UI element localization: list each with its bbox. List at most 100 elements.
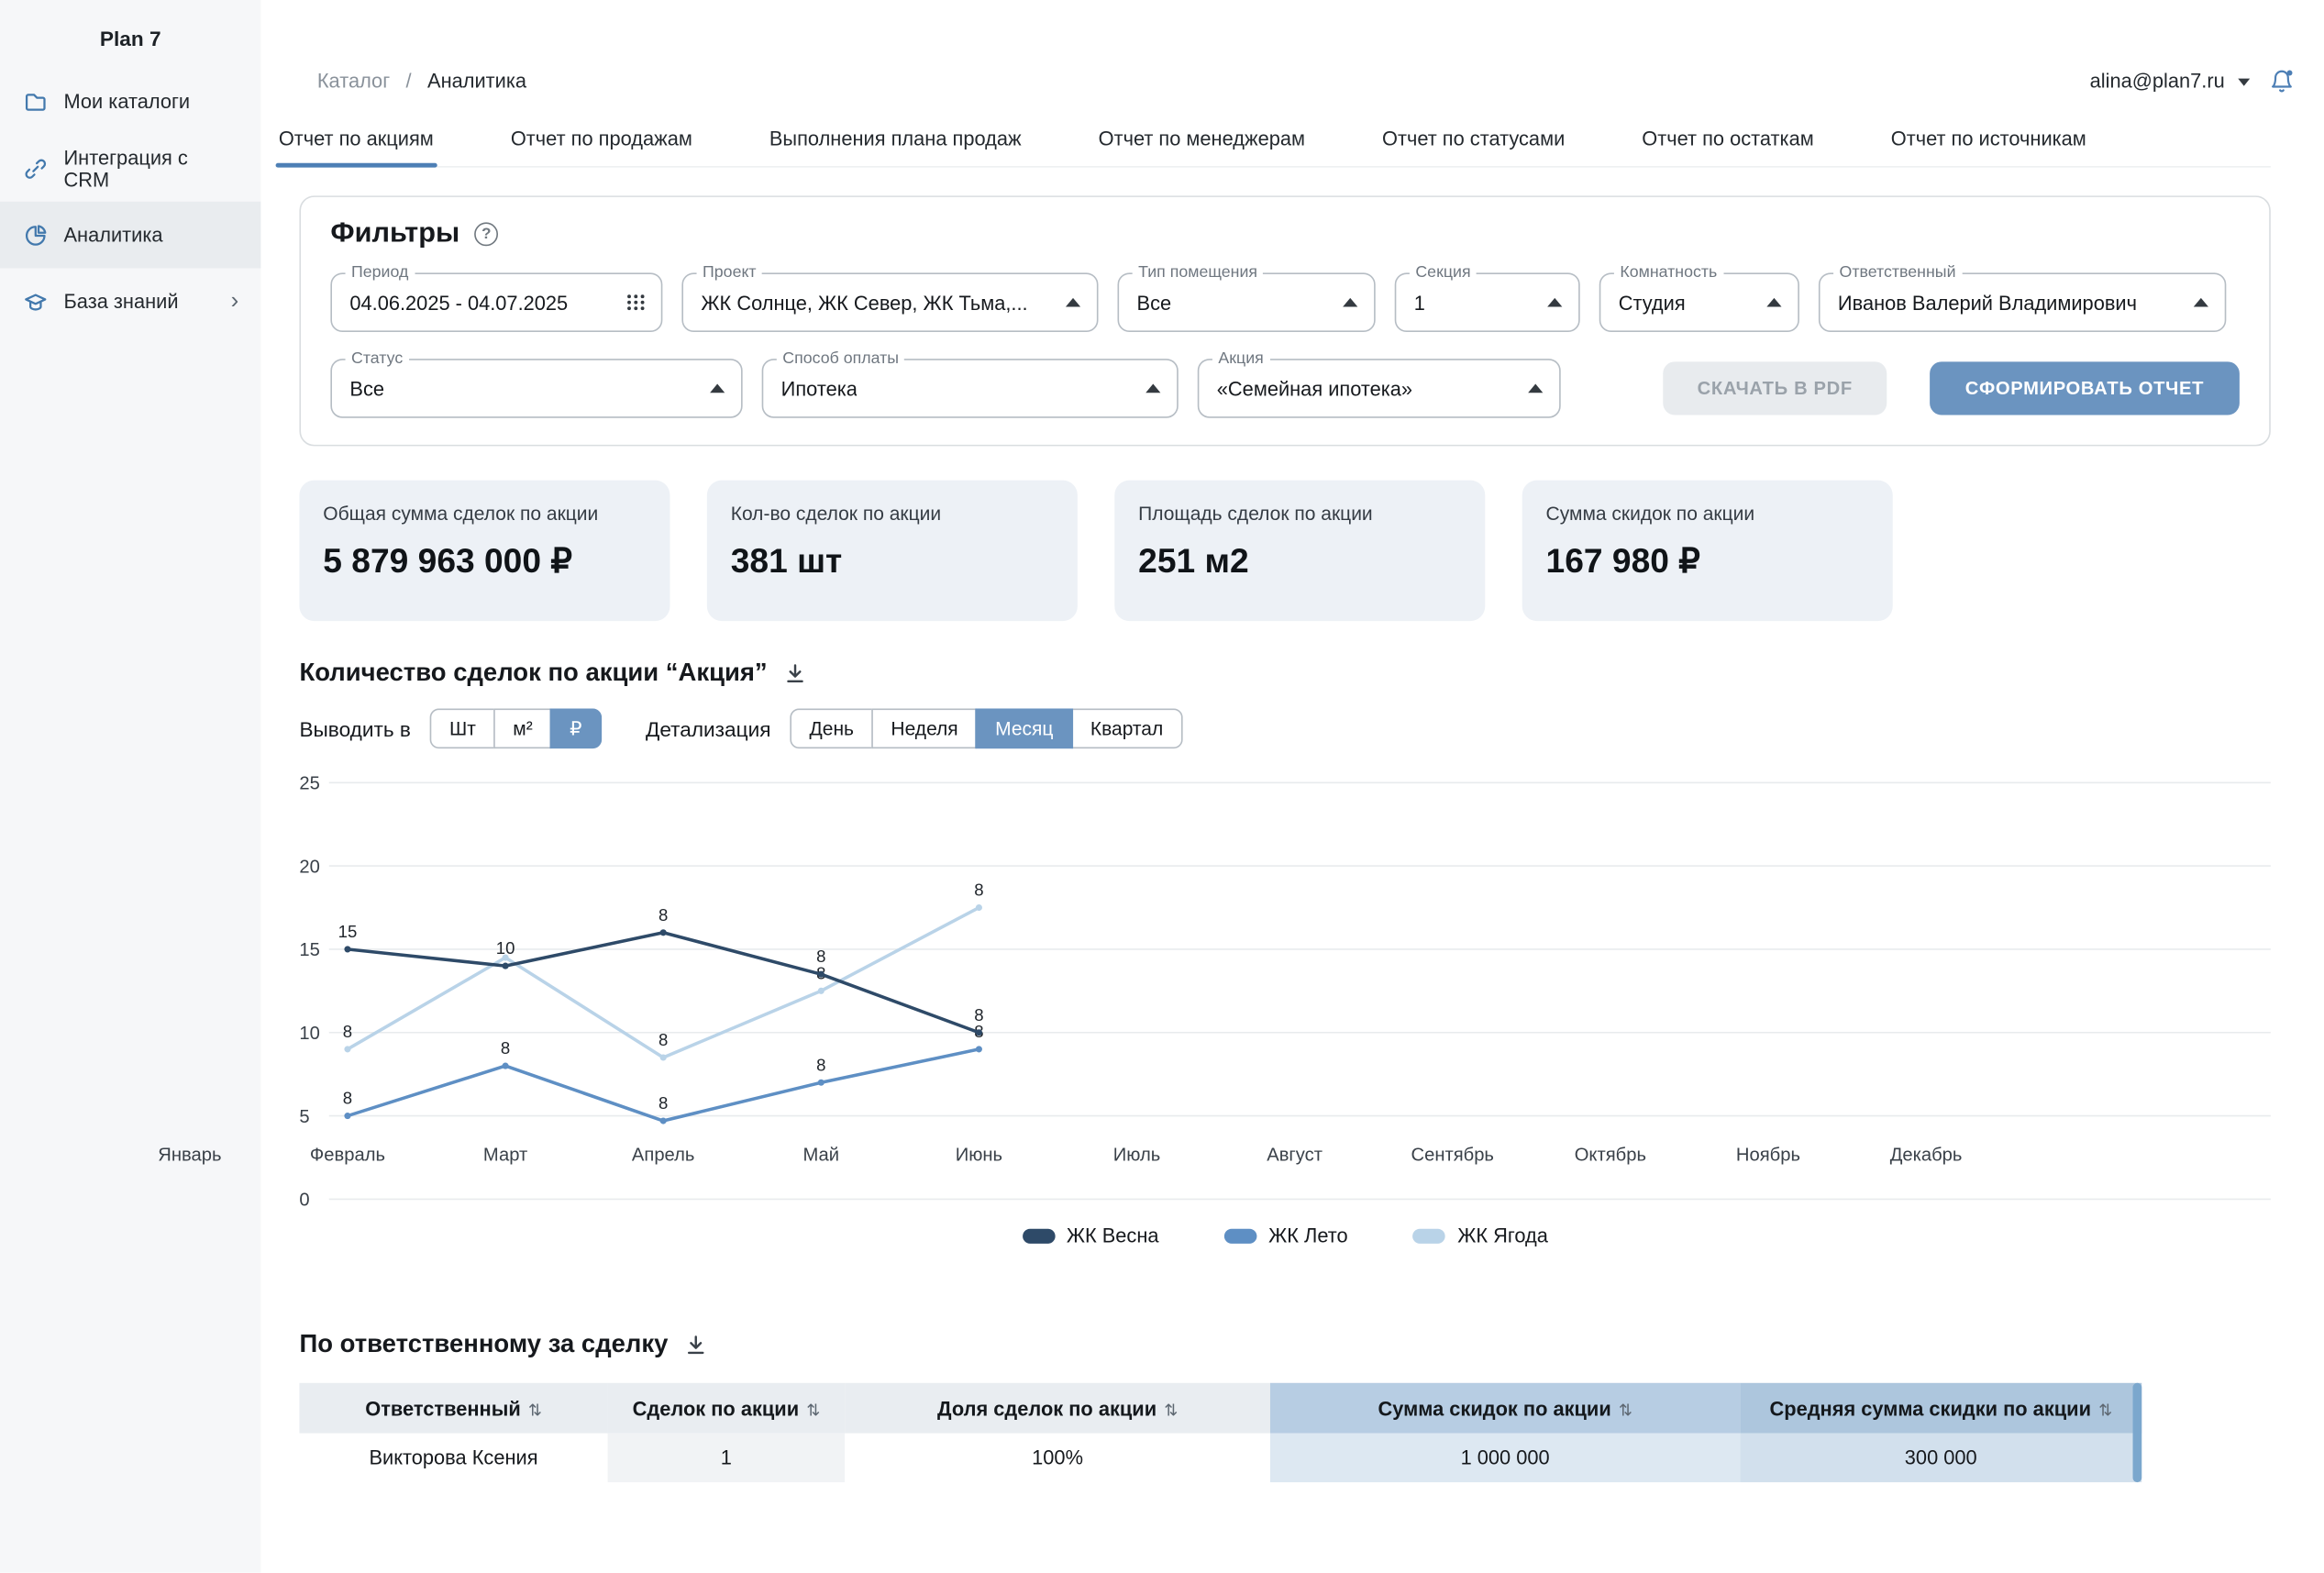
legend-label: ЖК Ягода xyxy=(1457,1224,1548,1246)
caret-up-icon xyxy=(1766,298,1781,307)
download-chart-icon[interactable] xyxy=(783,662,805,684)
responsible-select[interactable]: Ответственный Иванов Валерий Владимирови… xyxy=(1819,272,2226,332)
tab-managers-report[interactable]: Отчет по менеджерам xyxy=(1095,116,1308,166)
payment-method-select[interactable]: Способ оплаты Ипотека xyxy=(762,359,1179,418)
section-select[interactable]: Секция 1 xyxy=(1395,272,1580,332)
col-header-label: Средняя сумма скидки по акции xyxy=(1769,1397,2091,1419)
svg-text:Август: Август xyxy=(1267,1145,1322,1165)
unit-option-m2[interactable]: м² xyxy=(493,708,551,748)
line-chart: 0510152025ЯнварьФевральМартАпрельМайИюнь… xyxy=(190,768,2271,1217)
chart-controls: Выводить в Шт м² ₽ Детализация День Неде… xyxy=(299,708,2270,748)
sidebar-item-label: Интеграция с CRM xyxy=(63,146,238,190)
sidebar-item-crm-integration[interactable]: Интеграция с CRM xyxy=(0,135,260,202)
svg-text:Июнь: Июнь xyxy=(956,1145,1002,1165)
sort-icon[interactable]: ⇅ xyxy=(1619,1401,1632,1419)
download-table-icon[interactable] xyxy=(684,1334,706,1356)
svg-text:20: 20 xyxy=(299,857,319,877)
breadcrumb: Каталог / Аналитика xyxy=(317,69,526,91)
download-pdf-button[interactable]: СКАЧАТЬ В PDF xyxy=(1664,361,1887,415)
caret-up-icon xyxy=(710,384,725,393)
notification-bell-icon[interactable] xyxy=(2269,68,2294,93)
tab-promo-report[interactable]: Отчет по акциям xyxy=(276,116,437,166)
unit-option-pcs[interactable]: Шт xyxy=(430,708,495,748)
sidebar-item-analytics[interactable]: Аналитика xyxy=(0,202,260,269)
tab-leftovers-report[interactable]: Отчет по остаткам xyxy=(1639,116,1817,166)
breadcrumb-analytics: Аналитика xyxy=(427,69,526,91)
col-header-label: Сделок по акции xyxy=(633,1397,799,1419)
generate-report-button[interactable]: СФОРМИРОВАТЬ ОТЧЕТ xyxy=(1930,361,2240,415)
account-email[interactable]: alina@plan7.ru xyxy=(2090,69,2225,91)
kpi-value: 251 м2 xyxy=(1138,541,1461,582)
sidebar-nav: Мои каталоги Интеграция с CRM Аналитика … xyxy=(0,68,260,335)
breadcrumb-separator: / xyxy=(406,69,412,91)
kpi-discount-sum: Сумма скидок по акции 167 980 ₽ xyxy=(1522,481,1893,622)
promo-select[interactable]: Акция «Семейная ипотека» xyxy=(1198,359,1561,418)
table-scrollbar[interactable] xyxy=(2133,1383,2142,1482)
sort-icon[interactable]: ⇅ xyxy=(2098,1401,2112,1419)
tab-sales-report[interactable]: Отчет по продажам xyxy=(508,116,695,166)
rooms-select[interactable]: Комнатность Студия xyxy=(1599,272,1799,332)
legend-item-leto[interactable]: ЖК Лето xyxy=(1224,1224,1348,1246)
svg-text:10: 10 xyxy=(496,938,515,958)
room-type-select[interactable]: Тип помещения Все xyxy=(1118,272,1376,332)
detail-option-quarter[interactable]: Квартал xyxy=(1071,708,1182,748)
detail-option-day[interactable]: День xyxy=(791,708,873,748)
svg-text:8: 8 xyxy=(343,1089,352,1108)
kpi-label: Общая сумма сделок по акции xyxy=(323,503,646,525)
detail-option-week[interactable]: Неделя xyxy=(871,708,977,748)
account-menu[interactable]: alina@plan7.ru xyxy=(2090,68,2295,93)
svg-text:Июль: Июль xyxy=(1113,1145,1161,1165)
period-field[interactable]: Период 04.06.2025 - 04.07.2025 xyxy=(330,272,662,332)
sidebar-item-label: Мои каталоги xyxy=(63,91,190,113)
detail-toggle: День Неделя Месяц Квартал xyxy=(791,708,1183,748)
legend-item-vesna[interactable]: ЖК Весна xyxy=(1022,1224,1158,1246)
sort-icon[interactable]: ⇅ xyxy=(806,1401,820,1419)
project-select[interactable]: Проект ЖК Солнце, ЖК Север, ЖК Тьма,... xyxy=(681,272,1098,332)
sort-icon[interactable]: ⇅ xyxy=(1164,1401,1178,1419)
col-header-responsible[interactable]: Ответственный⇅ xyxy=(299,1383,607,1434)
tab-statuses-report[interactable]: Отчет по статусами xyxy=(1379,116,1568,166)
svg-text:Декабрь: Декабрь xyxy=(1890,1145,1963,1165)
svg-text:Октябрь: Октябрь xyxy=(1575,1145,1646,1165)
field-value: Ипотека xyxy=(781,377,858,399)
status-select[interactable]: Статус Все xyxy=(330,359,742,418)
svg-text:8: 8 xyxy=(974,1005,983,1025)
kpi-cards: Общая сумма сделок по акции 5 879 963 00… xyxy=(299,481,2270,622)
tab-sales-plan-report[interactable]: Выполнения плана продаж xyxy=(767,116,1024,166)
caret-up-icon xyxy=(1528,384,1543,393)
chart-legend: ЖК Весна ЖК Лето ЖК Ягода xyxy=(299,1224,2270,1246)
filters-title: Фильтры xyxy=(330,218,459,251)
col-header-deals[interactable]: Сделок по акции ⇅ xyxy=(608,1383,846,1434)
field-value: ЖК Солнце, ЖК Север, ЖК Тьма,... xyxy=(701,292,1027,314)
breadcrumb-catalog[interactable]: Каталог xyxy=(317,69,390,91)
svg-text:15: 15 xyxy=(299,940,319,960)
col-header-avg-discount[interactable]: Средняя сумма скидки по акции ⇅ xyxy=(1740,1383,2141,1434)
detail-toggle-label: Детализация xyxy=(646,716,771,740)
field-value: Студия xyxy=(1619,292,1686,314)
kpi-value: 381 шт xyxy=(731,541,1054,582)
app-logo: Plan 7 xyxy=(0,0,260,68)
unit-toggle: Шт м² ₽ xyxy=(430,708,602,748)
sort-icon[interactable]: ⇅ xyxy=(528,1401,542,1419)
legend-swatch xyxy=(1022,1228,1055,1243)
kpi-deals-area: Площадь сделок по акции 251 м2 xyxy=(1114,481,1485,622)
field-value: Все xyxy=(349,377,384,399)
sidebar-item-knowledge-base[interactable]: База знаний › xyxy=(0,269,260,336)
svg-text:8: 8 xyxy=(816,947,825,966)
unit-option-rub[interactable]: ₽ xyxy=(550,708,601,748)
caret-up-icon xyxy=(1343,298,1357,307)
help-icon[interactable]: ? xyxy=(474,222,498,246)
svg-text:8: 8 xyxy=(658,1030,668,1049)
chart-title: Количество сделок по акции “Акция” xyxy=(299,659,767,688)
detail-option-month[interactable]: Месяц xyxy=(976,708,1072,748)
tab-sources-report[interactable]: Отчет по источникам xyxy=(1888,116,2090,166)
svg-text:8: 8 xyxy=(816,1055,825,1074)
knowledge-base-icon xyxy=(22,289,47,314)
legend-item-yagoda[interactable]: ЖК Ягода xyxy=(1413,1224,1548,1246)
caret-up-icon xyxy=(1547,298,1562,307)
col-header-share[interactable]: Доля сделок по акции⇅ xyxy=(845,1383,1270,1434)
sidebar-item-my-catalogs[interactable]: Мои каталоги xyxy=(0,68,260,135)
field-label: Способ оплаты xyxy=(777,349,905,367)
col-header-discount-sum[interactable]: Сумма скидок по акции⇅ xyxy=(1270,1383,1740,1434)
field-value: 04.06.2025 - 04.07.2025 xyxy=(349,292,568,314)
